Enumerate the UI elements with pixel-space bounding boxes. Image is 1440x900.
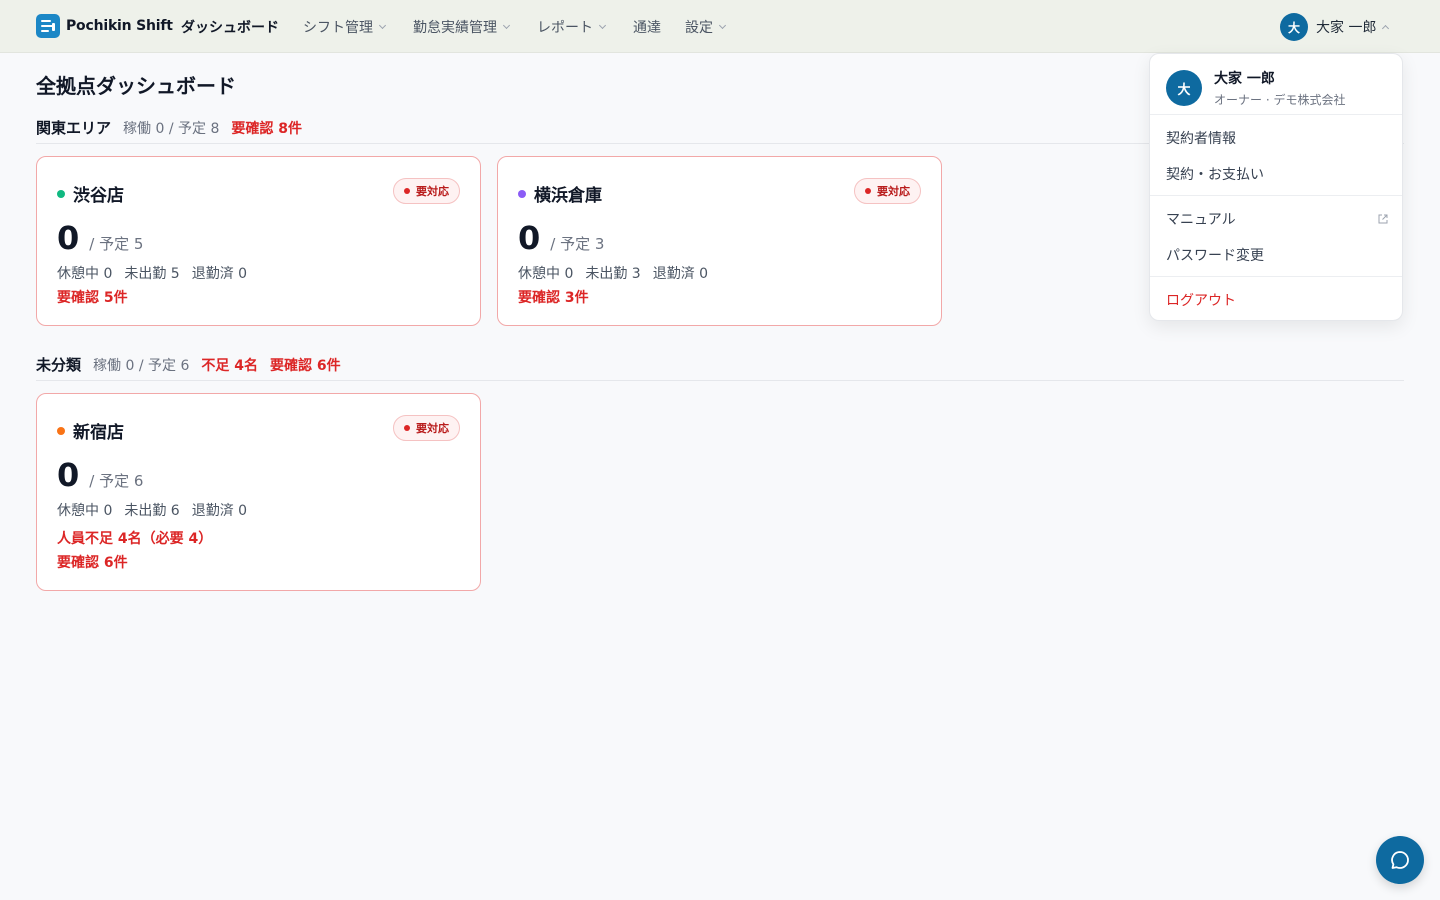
avatar: 大 [1166, 70, 1202, 106]
divider [36, 380, 1404, 381]
nav-attendance-management[interactable]: 勤怠実績管理 [413, 17, 511, 37]
status-stats: 休憩中 0 未出勤 3 退勤済 0 [518, 263, 720, 283]
working-count: 0 / 予定 3 [518, 219, 604, 257]
menu-item-contractor-info[interactable]: 契約者情報 [1166, 128, 1236, 148]
location-card-shinjuku[interactable]: 新宿店 要対応 0 / 予定 6 休憩中 0 未出勤 6 退勤済 0 人員不足 4名… [36, 393, 481, 591]
top-header: Pochikin Shift ダッシュボード シフト管理 勤怠実績管理 レポート… [0, 0, 1440, 53]
nav-reports[interactable]: レポート [537, 17, 607, 37]
chat-bubble-icon [1391, 851, 1409, 869]
badge-label: 要対応 [877, 185, 910, 198]
working-number: 0 [57, 456, 80, 494]
divider [1150, 195, 1402, 196]
section-header: 未分類 稼働 0 / 予定 6 不足 4名 要確認 6件 [36, 354, 353, 375]
menu-item-manual[interactable]: マニュアル [1166, 209, 1236, 229]
dropdown-user-info: 大 大家 一郎 オーナー · デモ株式会社 [1166, 68, 1345, 108]
working-count: 0 / 予定 6 [57, 456, 143, 494]
user-name: 大家 一郎 [1316, 20, 1377, 36]
chevron-down-icon [378, 21, 387, 29]
badge-label: 要対応 [416, 185, 449, 198]
user-dropdown-menu: 大 大家 一郎 オーナー · デモ株式会社 契約者情報 契約・お支払い マニュア… [1149, 53, 1403, 321]
nav-label: シフト管理 [303, 20, 373, 36]
status-stats: 休憩中 0 未出勤 6 退勤済 0 [57, 500, 259, 520]
planned-count: / 予定 6 [89, 472, 144, 490]
stat-absent: 未出勤 5 [124, 266, 180, 282]
location-card-yokohama[interactable]: 横浜倉庫 要対応 0 / 予定 3 休憩中 0 未出勤 3 退勤済 0 要確認 3件 [497, 156, 942, 326]
stat-break: 休憩中 0 [57, 266, 113, 282]
shortage-alert: 人員不足 4名（必要 4） [57, 531, 213, 547]
stat-break: 休憩中 0 [518, 266, 574, 282]
confirm-alert: 要確認 6件 [57, 555, 128, 571]
status-badge: 要対応 [393, 415, 460, 441]
section-name: 関東エリア [36, 119, 112, 137]
card-title: 渋谷店 [57, 181, 124, 206]
chevron-down-icon [598, 21, 607, 29]
badge-label: 要対応 [416, 422, 449, 435]
nav-label: 通達 [633, 20, 661, 36]
nav-notices[interactable]: 通達 [633, 17, 661, 37]
chevron-down-icon [718, 21, 727, 29]
menu-item-contract-payment[interactable]: 契約・お支払い [1166, 164, 1264, 184]
card-title: 新宿店 [57, 418, 124, 443]
stat-break: 休憩中 0 [57, 503, 113, 519]
card-name: 横浜倉庫 [534, 186, 602, 206]
working-number: 0 [57, 219, 80, 257]
section-header: 関東エリア 稼働 0 / 予定 8 要確認 8件 [36, 117, 314, 138]
stat-left: 退勤済 0 [652, 266, 709, 282]
status-dot [57, 426, 65, 435]
status-stats: 休憩中 0 未出勤 5 退勤済 0 [57, 263, 259, 283]
nav-shift-management[interactable]: シフト管理 [303, 17, 387, 37]
section-alert: 要確認 6件 [269, 358, 341, 374]
app-logo[interactable]: Pochikin Shift [36, 14, 173, 38]
section-meta: 稼働 0 / 予定 6 [93, 358, 190, 374]
dropdown-user-role: オーナー · デモ株式会社 [1214, 93, 1346, 107]
status-dot [57, 189, 65, 198]
nav-label: 設定 [685, 20, 713, 36]
status-badge: 要対応 [393, 178, 460, 204]
divider [1150, 276, 1402, 277]
confirm-alert: 要確認 3件 [518, 290, 589, 306]
section-meta: 稼働 0 / 予定 8 [123, 121, 220, 137]
nav-label: レポート [537, 20, 593, 36]
logo-icon [36, 14, 60, 38]
app-name: Pochikin Shift [66, 18, 173, 34]
nav-label: 勤怠実績管理 [413, 20, 497, 36]
menu-item-change-password[interactable]: パスワード変更 [1166, 245, 1264, 265]
chevron-up-icon [1382, 24, 1390, 33]
chevron-down-icon [502, 21, 511, 29]
card-title: 横浜倉庫 [518, 181, 602, 206]
status-badge: 要対応 [854, 178, 921, 204]
stat-left: 退勤済 0 [191, 503, 248, 519]
working-count: 0 / 予定 5 [57, 219, 143, 257]
menu-item-logout[interactable]: ログアウト [1166, 290, 1236, 310]
chat-button[interactable] [1376, 836, 1424, 884]
alert-dot-icon [865, 188, 871, 194]
alert-dot-icon [404, 188, 410, 194]
page-title: 全拠点ダッシュボード [36, 74, 236, 98]
status-dot [518, 189, 526, 198]
card-name: 新宿店 [73, 423, 124, 443]
location-card-shibuya[interactable]: 渋谷店 要対応 0 / 予定 5 休憩中 0 未出勤 5 退勤済 0 要確認 5件 [36, 156, 481, 326]
stat-absent: 未出勤 6 [124, 503, 180, 519]
planned-count: / 予定 3 [550, 235, 605, 253]
avatar: 大 [1280, 13, 1308, 41]
stat-left: 退勤済 0 [191, 266, 248, 282]
working-number: 0 [518, 219, 541, 257]
card-name: 渋谷店 [73, 186, 124, 206]
nav-dashboard[interactable]: ダッシュボード [181, 17, 279, 37]
stat-absent: 未出勤 3 [585, 266, 641, 282]
alert-dot-icon [404, 425, 410, 431]
nav-label: ダッシュボード [181, 20, 279, 36]
section-name: 未分類 [36, 356, 82, 374]
nav-settings[interactable]: 設定 [685, 17, 727, 37]
divider [1150, 114, 1402, 115]
section-alert: 不足 4名 [201, 358, 258, 374]
confirm-alert: 要確認 5件 [57, 290, 128, 306]
planned-count: / 予定 5 [89, 235, 144, 253]
section-alert: 要確認 8件 [231, 121, 302, 137]
user-menu-button[interactable]: 大 大家 一郎 [1280, 13, 1390, 41]
external-link-icon [1378, 214, 1388, 224]
dropdown-user-name: 大家 一郎 [1214, 71, 1275, 87]
